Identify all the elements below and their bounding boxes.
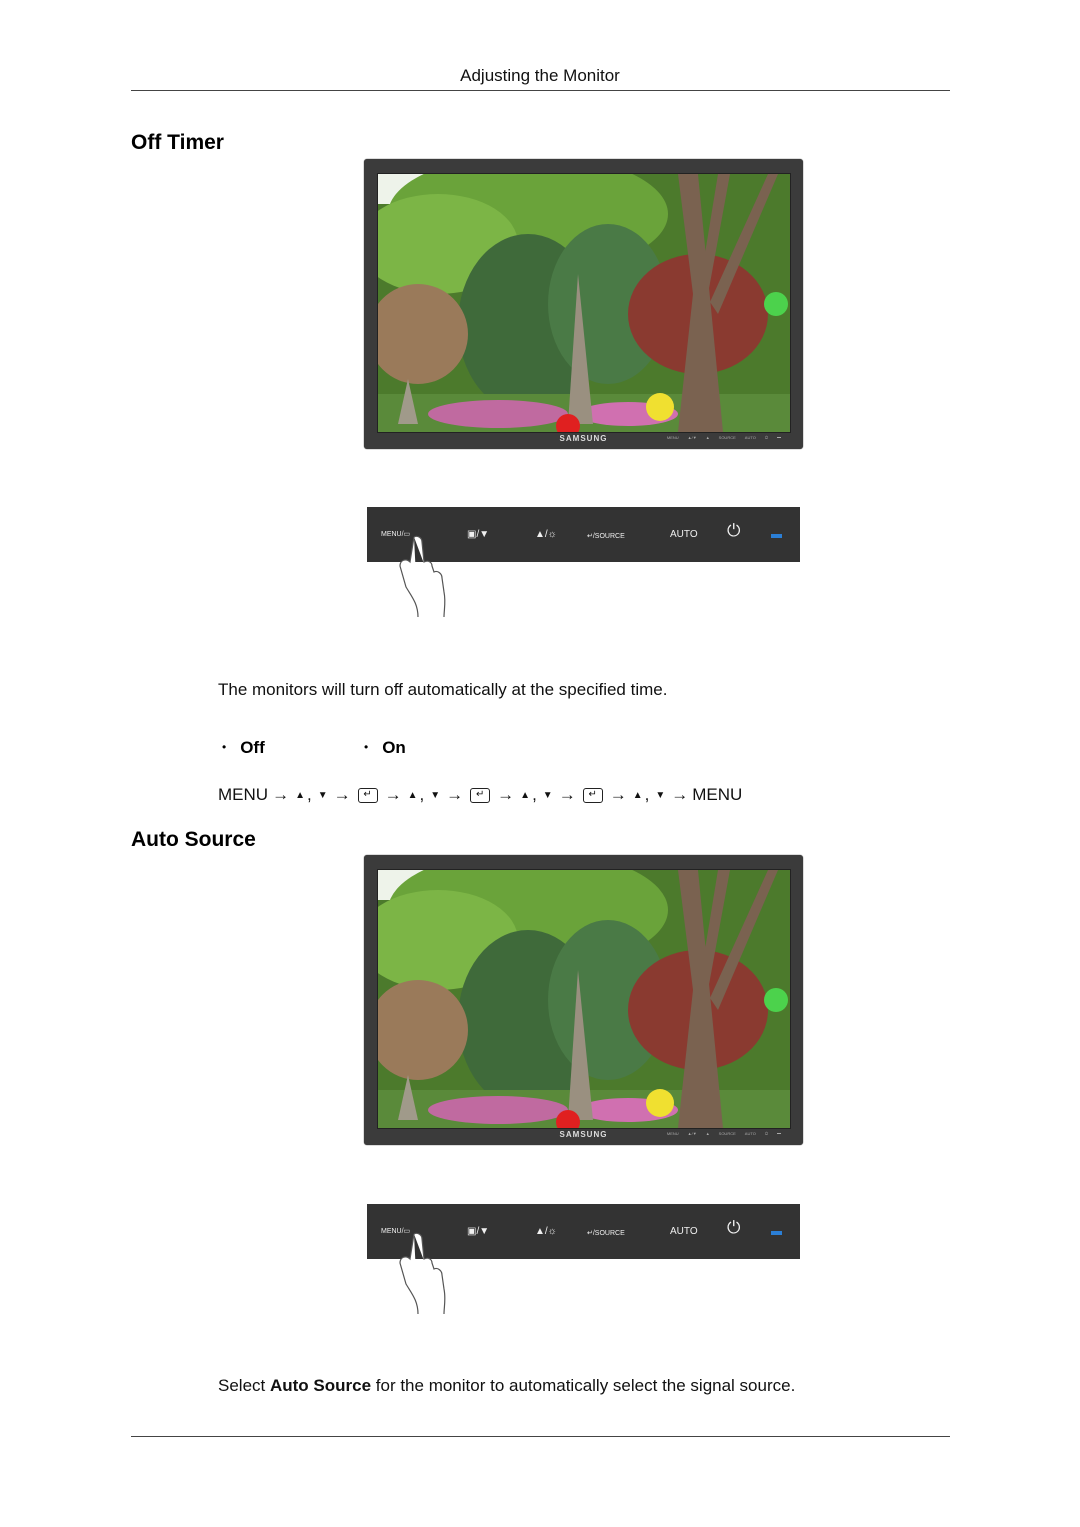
garden-photo [378, 174, 790, 432]
source-button: ↵/SOURCE [587, 533, 625, 540]
up-triangle-icon: ▲ [295, 789, 305, 801]
comma: , [419, 785, 425, 804]
arrow-icon: → [333, 785, 351, 804]
pointing-hand-icon [399, 1232, 446, 1315]
comma: , [644, 785, 650, 804]
down-triangle-icon: ▼ [655, 789, 666, 801]
bezel-power-icon: ⏻ [764, 1131, 768, 1136]
up-triangle-icon: ▲ [520, 789, 531, 801]
bezel-auto-button: AUTO [744, 1131, 756, 1136]
arrow-icon: → [671, 785, 689, 804]
option-on-label: On [382, 738, 406, 757]
arrow-icon: → [609, 785, 627, 804]
bezel-auto-button: AUTO [744, 435, 756, 440]
power-icon: ⏻ [727, 1218, 741, 1237]
bezel-down-button: ▲/▼ [687, 1131, 697, 1136]
enter-key-icon: ↵ [582, 787, 603, 803]
header-divider [131, 90, 950, 91]
power-led-indicator [771, 1231, 782, 1235]
power-icon: ⏻ [727, 521, 741, 540]
down-button: ▣/▼ [467, 529, 490, 540]
bezel-led [777, 437, 781, 438]
option-off-label: Off [240, 738, 265, 757]
enter-key-icon: ↵ [470, 787, 491, 803]
bezel-led [777, 1133, 781, 1134]
down-triangle-icon: ▼ [430, 789, 441, 801]
bezel-menu-button: MENU [666, 435, 679, 440]
comma: , [532, 785, 537, 804]
bezel-up-button: ▲ [705, 1131, 710, 1136]
bezel-power-icon: ⏻ [764, 435, 768, 440]
navigation-sequence: MENU → ▲ , ▼ → ↵ → ▲ , ▼ → ↵ → ▲ , ▼ → ↵… [218, 785, 742, 805]
page-header-title: Adjusting the Monitor [460, 66, 620, 85]
monitor-screen-photo [377, 869, 791, 1129]
section-title-auto-source: Auto Source [131, 828, 256, 851]
monitor-image: SAMSUNG MENU ▲/▼ ▲ SOURCE AUTO ⏻ [364, 159, 803, 449]
garden-photo [378, 870, 790, 1128]
off-timer-description: The monitors will turn off automatically… [218, 680, 668, 699]
down-triangle-icon: ▼ [542, 789, 553, 801]
bezel-controls: MENU ▲/▼ ▲ SOURCE AUTO ⏻ [667, 1131, 781, 1136]
seq-menu-end: MENU [692, 785, 743, 804]
bezel-up-button: ▲ [705, 435, 710, 440]
down-triangle-icon: ▼ [317, 789, 328, 801]
source-button: ↵/SOURCE [587, 1230, 625, 1237]
monitor-image: SAMSUNG MENU ▲/▼ ▲ SOURCE AUTO ⏻ [364, 855, 803, 1145]
description-suffix: for the monitor to automatically select … [371, 1376, 796, 1395]
arrow-icon: → [446, 785, 464, 804]
arrow-icon: → [384, 785, 402, 804]
arrow-icon: → [558, 785, 576, 804]
option-off: • Off [222, 738, 265, 757]
power-led-indicator [771, 534, 782, 538]
up-brightness-button: ▲/☼ [535, 529, 557, 540]
bezel-menu-button: MENU [666, 1131, 679, 1136]
bezel-source-button: SOURCE [718, 435, 736, 440]
auto-source-description: Select Auto Source for the monitor to au… [218, 1376, 795, 1396]
down-button: ▣/▼ [467, 1226, 490, 1237]
up-brightness-button: ▲/☼ [535, 1226, 557, 1237]
comma: , [306, 785, 312, 804]
monitor-screen-photo [377, 173, 791, 433]
up-triangle-icon: ▲ [632, 789, 643, 801]
seq-menu-start: MENU [218, 785, 269, 804]
footer-divider [131, 1436, 950, 1437]
description-bold-term: Auto Source [269, 1376, 372, 1395]
arrow-icon: → [497, 785, 515, 804]
bezel-controls: MENU ▲/▼ ▲ SOURCE AUTO ⏻ [667, 435, 781, 440]
bezel-source-button: SOURCE [718, 1131, 736, 1136]
description-prefix: Select [218, 1376, 270, 1395]
auto-button: AUTO [670, 1226, 698, 1237]
arrow-icon: → [272, 785, 290, 804]
pointing-hand-icon [399, 535, 446, 618]
auto-button: AUTO [670, 529, 698, 540]
option-on: • On [364, 738, 406, 757]
section-title-off-timer: Off Timer [131, 131, 224, 154]
bezel-down-button: ▲/▼ [687, 435, 697, 440]
up-triangle-icon: ▲ [407, 789, 418, 801]
enter-key-icon: ↵ [357, 787, 378, 803]
